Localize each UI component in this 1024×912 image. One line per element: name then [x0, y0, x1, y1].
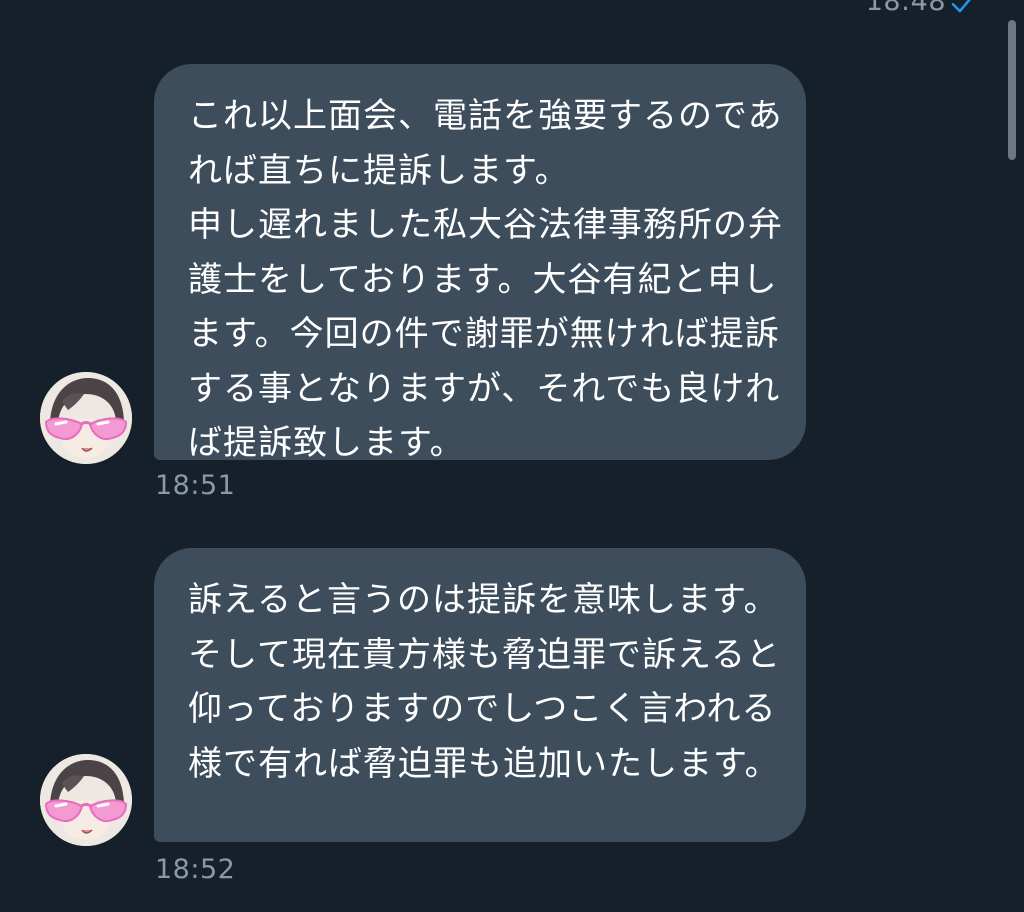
scrollbar[interactable] [1008, 20, 1016, 160]
checkmark-icon [951, 0, 971, 13]
message-timestamp: 18:52 [155, 854, 236, 885]
message-bubble[interactable]: 訴えると言うのは提訴を意味します。そして現在貴方様も脅迫罪で訴えると仰っておりま… [154, 548, 806, 842]
avatar-image [40, 372, 132, 464]
dm-conversation: 18:48 これ以上面会、電話を強要するのであれば直ちに提訴します。 申し遅れま… [0, 0, 1024, 912]
avatar[interactable] [40, 754, 132, 846]
message-timestamp: 18:51 [155, 470, 236, 501]
avatar[interactable] [40, 372, 132, 464]
avatar-image [40, 754, 132, 846]
message-bubble[interactable]: これ以上面会、電話を強要するのであれば直ちに提訴します。 申し遅れました私大谷法… [154, 64, 806, 463]
previous-message-timestamp: 18:48 [865, 0, 946, 17]
